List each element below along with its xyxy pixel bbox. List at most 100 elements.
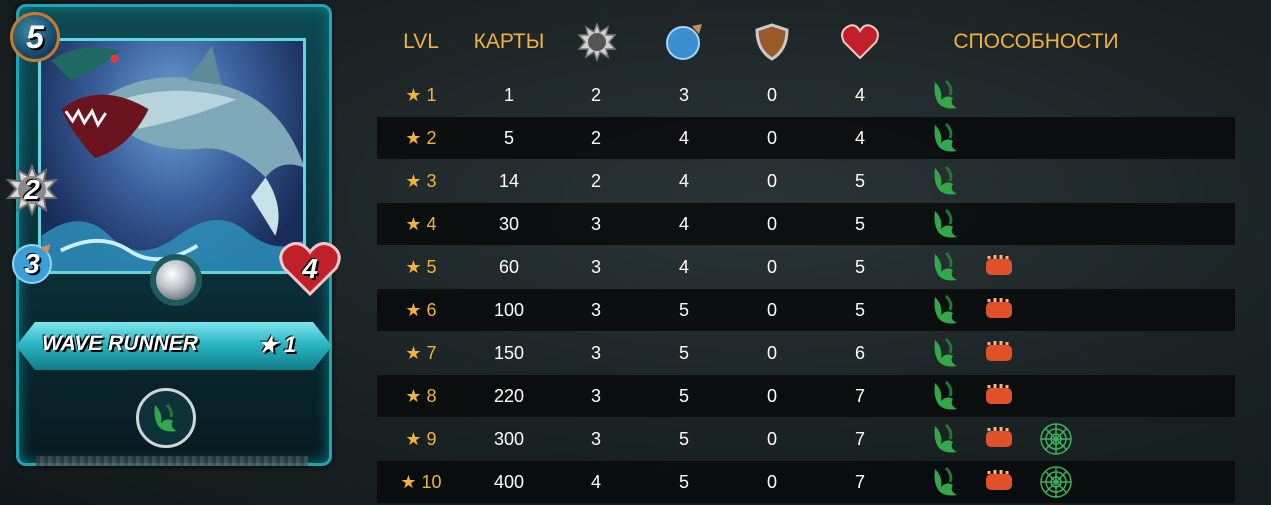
cell-armor: 0 (766, 385, 777, 406)
mana-value: 5 (26, 18, 44, 55)
cell-lvl: ★ 4 (405, 213, 437, 234)
shark-illustration (41, 45, 303, 271)
cell-speed: 4 (678, 127, 689, 148)
cell-health: 4 (854, 127, 865, 148)
cell-health: 7 (854, 428, 865, 449)
card-ability-slot[interactable] (136, 388, 196, 448)
attack-value: 2 (24, 174, 40, 205)
cell-cards: 5 (503, 127, 514, 148)
card-art (38, 38, 306, 274)
web-icon[interactable] (1039, 465, 1073, 499)
cell-speed: 5 (678, 428, 689, 449)
health-value: 4 (302, 253, 318, 284)
cell-attack: 3 (590, 299, 601, 320)
cell-armor: 0 (766, 170, 777, 191)
claw-icon[interactable] (929, 379, 963, 413)
card-level: ★ 1 (258, 332, 297, 357)
claw-icon (154, 403, 177, 432)
claw-icon[interactable] (929, 250, 963, 284)
cell-armor: 0 (766, 84, 777, 105)
cell-armor: 0 (766, 127, 777, 148)
table-row: ★ 10 400 4 5 0 7 (377, 461, 1235, 503)
cell-cards: 30 (498, 213, 520, 234)
cell-lvl: ★ 8 (405, 385, 437, 406)
cell-lvl: ★ 10 (400, 471, 442, 492)
speed-value: 3 (24, 248, 40, 279)
cell-lvl: ★ 1 (405, 84, 437, 105)
speed-icon (666, 24, 702, 60)
cell-speed: 5 (678, 385, 689, 406)
mana-cost: 5 (10, 12, 60, 62)
cell-health: 5 (854, 170, 865, 191)
cell-speed: 4 (678, 170, 689, 191)
table-row: ★ 8 220 3 5 0 7 (377, 375, 1235, 417)
claw-icon[interactable] (929, 121, 963, 155)
cell-cards: 60 (498, 256, 520, 277)
cell-attack: 2 (590, 170, 601, 191)
claw-icon[interactable] (929, 207, 963, 241)
header-lvl: LVL (403, 30, 439, 53)
cell-attack: 3 (590, 256, 601, 277)
table-row: ★ 3 14 2 4 0 5 (377, 160, 1235, 202)
cell-speed: 3 (678, 84, 689, 105)
fist-icon[interactable] (983, 336, 1017, 370)
cell-armor: 0 (766, 213, 777, 234)
cell-attack: 4 (590, 471, 601, 492)
cell-lvl: ★ 9 (405, 428, 437, 449)
cell-speed: 5 (678, 471, 689, 492)
card-footer-strip (36, 456, 308, 466)
cell-lvl: ★ 6 (405, 299, 437, 320)
header-abilities: СПОСОБНОСТИ (953, 30, 1119, 53)
fist-icon[interactable] (983, 465, 1017, 499)
cell-lvl: ★ 7 (405, 342, 437, 363)
fist-icon[interactable] (983, 250, 1017, 284)
table-row: ★ 7 150 3 5 0 6 (377, 332, 1235, 374)
cell-cards: 220 (493, 385, 525, 406)
cell-attack: 2 (590, 127, 601, 148)
cell-health: 6 (854, 342, 865, 363)
cell-cards: 14 (498, 170, 520, 191)
attack-stat: 2 (5, 163, 59, 217)
cell-lvl: ★ 5 (405, 256, 437, 277)
speed-stat: 3 (10, 242, 54, 286)
cell-health: 5 (854, 299, 865, 320)
table-row: ★ 6 100 3 5 0 5 (377, 289, 1235, 331)
cell-attack: 3 (590, 428, 601, 449)
cell-attack: 3 (590, 342, 601, 363)
cell-cards: 400 (493, 471, 525, 492)
table-row: ★ 2 5 2 4 0 4 (377, 117, 1235, 159)
cell-speed: 4 (678, 256, 689, 277)
cell-cards: 100 (493, 299, 525, 320)
fist-icon[interactable] (983, 422, 1017, 456)
fist-icon[interactable] (983, 379, 1017, 413)
card-gem (150, 254, 202, 306)
claw-icon[interactable] (929, 78, 963, 112)
cell-cards: 1 (503, 84, 514, 105)
shield-icon (755, 23, 789, 61)
table-row: ★ 9 300 3 5 0 7 (377, 418, 1235, 460)
cell-speed: 5 (678, 342, 689, 363)
cell-armor: 0 (766, 256, 777, 277)
cell-attack: 3 (590, 385, 601, 406)
cell-cards: 150 (493, 342, 525, 363)
monster-card[interactable]: 5 2 3 4 WAVE RUNNER ★ 1 (5, 4, 341, 467)
cell-attack: 2 (590, 84, 601, 105)
cell-speed: 4 (678, 213, 689, 234)
cell-health: 5 (854, 213, 865, 234)
cell-health: 7 (854, 471, 865, 492)
claw-icon[interactable] (929, 164, 963, 198)
table-row: ★ 4 30 3 4 0 5 (377, 203, 1235, 245)
cell-health: 4 (854, 84, 865, 105)
claw-icon[interactable] (929, 422, 963, 456)
fist-icon[interactable] (983, 293, 1017, 327)
claw-icon[interactable] (929, 336, 963, 370)
cell-speed: 5 (678, 299, 689, 320)
claw-icon[interactable] (929, 465, 963, 499)
cell-armor: 0 (766, 342, 777, 363)
web-icon[interactable] (1039, 422, 1073, 456)
cell-attack: 3 (590, 213, 601, 234)
claw-icon[interactable] (929, 293, 963, 327)
cell-armor: 0 (766, 299, 777, 320)
table-row: ★ 5 60 3 4 0 5 (377, 246, 1235, 288)
melee-attack-icon (577, 22, 617, 62)
